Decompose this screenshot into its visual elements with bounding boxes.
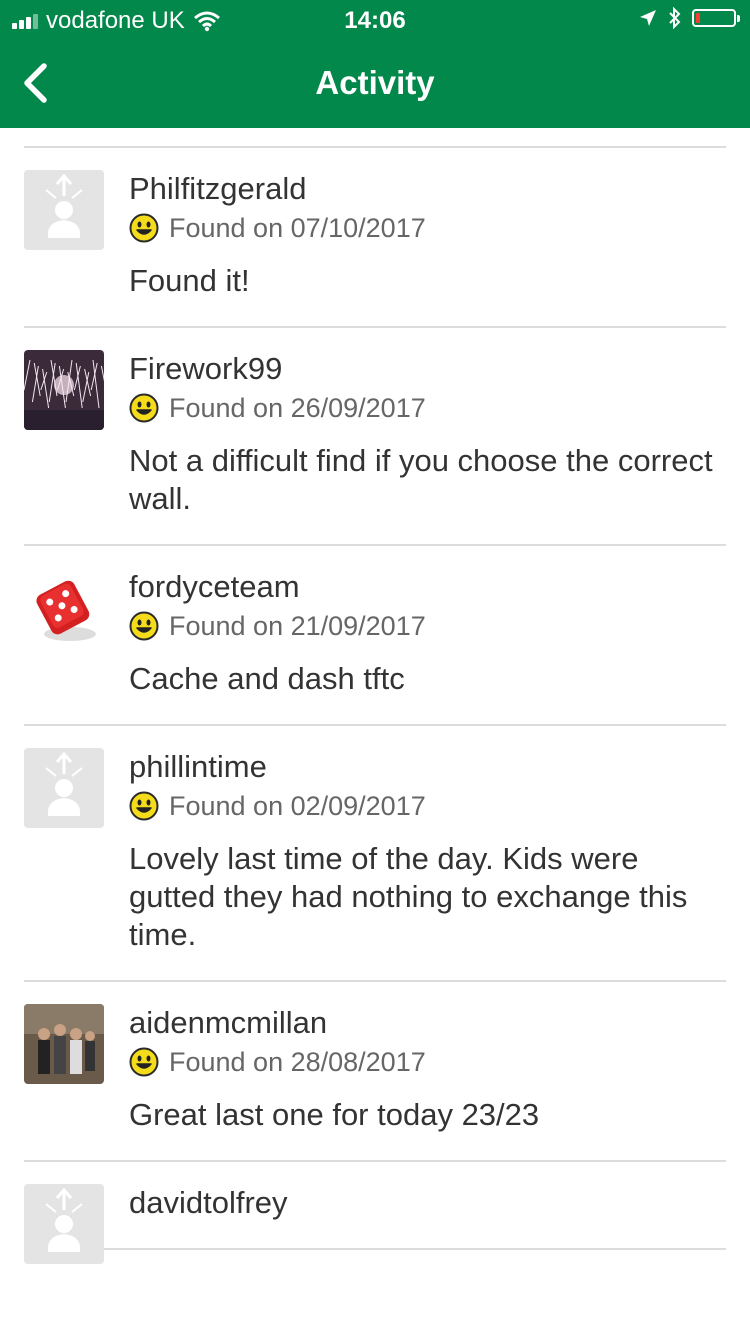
log-entry[interactable]: Philfitzgerald Found on 07/10/2017 Found i… xyxy=(24,148,726,328)
battery-level xyxy=(696,13,700,23)
log-username[interactable]: davidtolfrey xyxy=(129,1184,726,1222)
dice-avatar-icon xyxy=(24,568,104,648)
default-avatar-icon xyxy=(24,170,104,250)
user-avatar[interactable] xyxy=(24,748,104,828)
user-avatar[interactable] xyxy=(24,170,104,250)
activity-list: Found on 10/10/2017Quick find, TFTC. Phil… xyxy=(0,128,750,1264)
log-content: Philfitzgerald Found on 07/10/2017 Found i… xyxy=(129,170,726,300)
log-entry[interactable]: fordyceteam Found on 21/09/2017 Cache and … xyxy=(24,546,726,726)
log-comment: Great last one for today 23/23 xyxy=(129,1097,540,1132)
found-smiley-icon xyxy=(129,213,159,243)
default-avatar-icon xyxy=(24,1184,104,1264)
user-avatar[interactable] xyxy=(24,1184,104,1264)
log-entry[interactable]: Found on 10/10/2017Quick find, TFTC. xyxy=(24,128,726,148)
log-meta: Found on 21/09/2017 xyxy=(129,608,726,644)
log-entry[interactable]: davidtolfrey xyxy=(24,1162,726,1264)
status-right xyxy=(638,7,740,29)
page-title: Activity xyxy=(315,64,435,101)
status-bar: vodafone UK 14:06 xyxy=(0,0,750,40)
found-smiley-icon xyxy=(129,1047,159,1077)
log-found-date: Found on 07/10/2017 xyxy=(169,212,426,243)
log-entry[interactable]: aidenmcmillan Found on 28/08/2017 Great la… xyxy=(24,982,726,1162)
log-content: davidtolfrey xyxy=(129,1184,726,1222)
log-content: phillintime Found on 02/09/2017 Lovely las… xyxy=(129,748,726,954)
log-found-date: Found on 21/09/2017 xyxy=(169,610,426,641)
log-username[interactable]: phillintime xyxy=(129,748,726,786)
user-avatar[interactable] xyxy=(24,1004,104,1084)
found-smiley-icon xyxy=(129,791,159,821)
fireworks-photo-avatar xyxy=(24,350,104,430)
log-found-date: Found on 28/08/2017 xyxy=(169,1046,426,1077)
log-meta: Found on 28/08/2017 xyxy=(129,1044,726,1080)
bluetooth-icon xyxy=(669,7,681,29)
group-photo-avatar xyxy=(24,1004,104,1084)
activity-feed[interactable]: Found on 10/10/2017Quick find, TFTC. Phil… xyxy=(0,128,750,1334)
log-username[interactable]: fordyceteam xyxy=(129,568,726,606)
log-meta: Found on 02/09/2017 xyxy=(129,788,726,824)
user-avatar[interactable] xyxy=(24,350,104,430)
log-content: fordyceteam Found on 21/09/2017 Cache and … xyxy=(129,568,726,698)
user-avatar[interactable] xyxy=(24,568,104,648)
log-content: aidenmcmillan Found on 28/08/2017 Great la… xyxy=(129,1004,726,1134)
log-comment: Not a difficult find if you choose the c… xyxy=(129,443,713,516)
log-content: Firework99 Found on 26/09/2017 Not a diffi… xyxy=(129,350,726,518)
nav-bar: Activity xyxy=(0,40,750,128)
default-avatar-icon xyxy=(24,748,104,828)
log-comment: Found it! xyxy=(129,263,250,298)
log-found-date: Found on 26/09/2017 xyxy=(169,392,426,423)
log-entry[interactable]: Firework99 Found on 26/09/2017 Not a diffi… xyxy=(24,328,726,546)
log-username[interactable]: Philfitzgerald xyxy=(129,170,726,208)
log-comment: Cache and dash tftc xyxy=(129,661,405,696)
log-meta: Found on 26/09/2017 xyxy=(129,390,726,426)
log-comment: Lovely last time of the day. Kids were g… xyxy=(129,841,688,952)
log-entry[interactable]: phillintime Found on 02/09/2017 Lovely las… xyxy=(24,726,726,982)
found-smiley-icon xyxy=(129,393,159,423)
battery-icon xyxy=(692,9,740,27)
location-arrow-icon xyxy=(640,10,656,26)
log-found-date: Found on 02/09/2017 xyxy=(169,790,426,821)
log-username[interactable]: Firework99 xyxy=(129,350,726,388)
found-smiley-icon xyxy=(129,611,159,641)
log-meta: Found on 07/10/2017 xyxy=(129,210,726,246)
log-username[interactable]: aidenmcmillan xyxy=(129,1004,726,1042)
